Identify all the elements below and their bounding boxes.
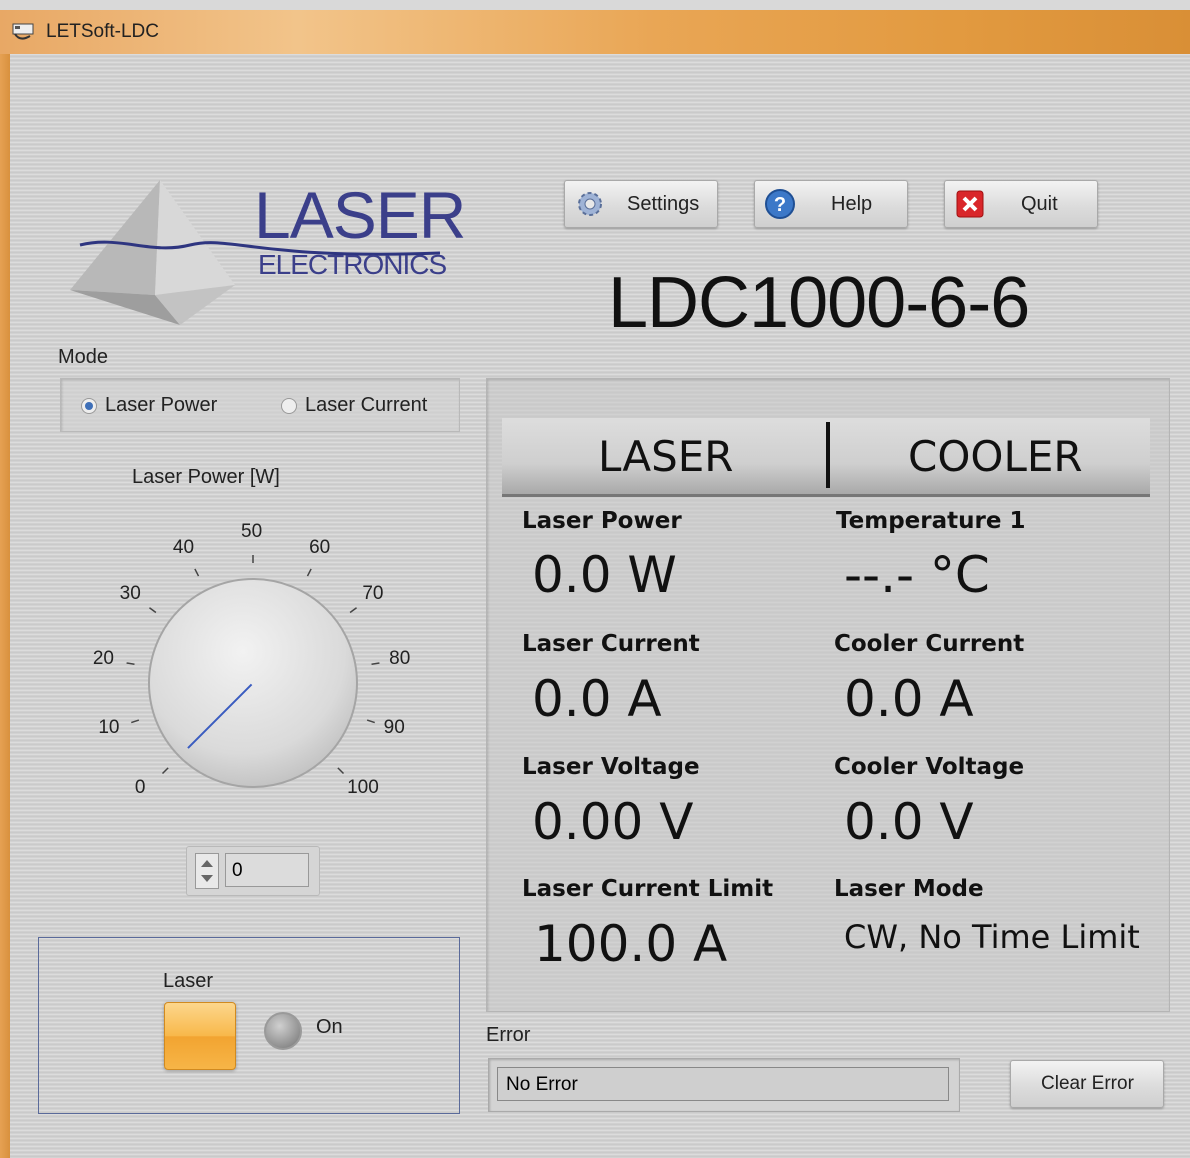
radio-laser-power[interactable] — [81, 398, 97, 414]
tab-divider — [826, 422, 830, 488]
knob-tick — [149, 607, 157, 614]
laser-voltage-value: 0.00 V — [532, 793, 694, 851]
radio-laser-current-label: Laser Current — [305, 394, 428, 416]
power-numeric-control: 0 — [186, 846, 320, 896]
model-title: LDC1000-6-6 — [608, 263, 1030, 343]
tab-cooler[interactable]: COOLER — [908, 432, 1083, 481]
knob-tick-label: 80 — [389, 647, 411, 669]
knob-tick-label: 50 — [241, 521, 263, 542]
temperature1-label: Temperature 1 — [836, 508, 1026, 534]
cooler-voltage-label: Cooler Voltage — [834, 754, 1025, 780]
radio-laser-power-label: Laser Power — [105, 394, 218, 416]
logo-text-electronics: ELECTRONICS — [258, 249, 447, 280]
knob-tick — [349, 607, 357, 614]
laser-switch-group — [38, 937, 460, 1114]
laser-voltage-label: Laser Voltage — [522, 754, 700, 780]
knob-tick-label: 20 — [92, 647, 114, 669]
close-icon — [956, 190, 984, 218]
title-bar[interactable]: LETSoft-LDC — [0, 10, 1190, 54]
radio-laser-current[interactable] — [281, 398, 297, 414]
error-field: No Error — [488, 1058, 960, 1112]
knob-tick — [131, 719, 140, 724]
laser-power-knob[interactable] — [70, 500, 440, 830]
cooler-current-value: 0.0 A — [844, 670, 974, 728]
svg-text:?: ? — [774, 194, 786, 216]
laser-current-limit-value: 100.0 A — [534, 915, 728, 973]
knob-tick-label: 60 — [309, 537, 331, 559]
temperature1-value: --.- °C — [844, 546, 990, 604]
knob-tick — [337, 767, 345, 775]
laser-on-button[interactable] — [164, 1002, 236, 1070]
knob-tick — [366, 719, 375, 724]
help-label: Help — [831, 193, 873, 215]
knob-tick-label: 40 — [172, 537, 195, 559]
cooler-voltage-value: 0.0 V — [844, 793, 974, 851]
knob-tick — [126, 662, 135, 665]
laser-mode-value: CW, No Time Limit — [844, 918, 1140, 956]
window-title: LETSoft-LDC — [46, 21, 159, 42]
mode-label: Mode — [58, 346, 109, 368]
app-icon — [12, 23, 34, 40]
laser-switch-label: Laser — [163, 970, 214, 992]
knob-tick-label: 70 — [362, 582, 384, 604]
laser-on-indicator — [264, 1012, 302, 1050]
cooler-current-label: Cooler Current — [834, 631, 1025, 657]
knob-tick — [161, 767, 169, 775]
error-label: Error — [486, 1024, 531, 1046]
knob-label: Laser Power [W] — [132, 466, 280, 488]
up-down-arrows-icon — [201, 860, 213, 882]
laser-current-limit-label: Laser Current Limit — [522, 876, 774, 902]
tab-laser[interactable]: LASER — [598, 432, 733, 481]
laser-on-label: On — [316, 1016, 343, 1038]
knob-tick-label: 90 — [383, 717, 405, 739]
knob-tick-label: 100 — [347, 777, 379, 799]
gear-icon — [578, 192, 602, 216]
power-input[interactable]: 0 — [225, 853, 309, 887]
knob-tick — [306, 568, 312, 577]
knob-tick-label: 30 — [119, 582, 141, 604]
mode-selector: Laser Power Laser Current — [60, 378, 460, 432]
quit-label: Quit — [1021, 193, 1058, 215]
increment-decrement-arrows[interactable] — [195, 853, 219, 889]
company-logo: LASER ELECTRONICS — [60, 175, 466, 335]
tab-bar: LASER COOLER — [502, 418, 1150, 497]
clear-error-label: Clear Error — [1041, 1073, 1134, 1094]
laser-power-label: Laser Power — [522, 508, 682, 534]
laser-mode-label: Laser Mode — [834, 876, 984, 902]
app-window: LETSoft-LDC LASER ELECTRONICS Settings ?… — [0, 0, 1190, 1158]
laser-power-value: 0.0 W — [532, 546, 677, 604]
settings-label: Settings — [627, 193, 700, 215]
knob-tick — [194, 568, 200, 577]
clear-error-button[interactable]: Clear Error — [1010, 1060, 1164, 1108]
knob-dial[interactable] — [148, 578, 358, 788]
quit-button[interactable]: Quit — [944, 180, 1098, 228]
knob-tick-label: 10 — [98, 717, 120, 739]
help-icon: ? — [765, 189, 795, 219]
knob-tick — [371, 662, 380, 665]
logo-text-laser: LASER — [254, 178, 466, 252]
help-button[interactable]: ? Help — [754, 180, 908, 228]
window-border — [0, 54, 10, 1158]
laser-current-label: Laser Current — [522, 631, 700, 657]
laser-current-value: 0.0 A — [532, 670, 662, 728]
knob-tick-label: 0 — [134, 777, 146, 799]
settings-button[interactable]: Settings — [564, 180, 718, 228]
error-value: No Error — [497, 1067, 949, 1101]
